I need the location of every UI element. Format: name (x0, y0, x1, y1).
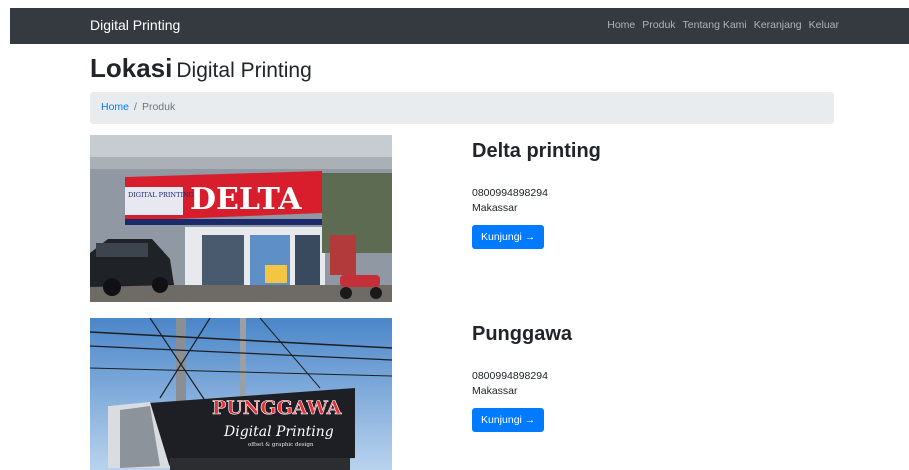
nav-link-tentang-kami[interactable]: Tentang Kami (683, 19, 747, 31)
photo-sign-big-text: DELTA (190, 182, 302, 217)
navbar: Digital Printing Home Produk Tentang Kam… (10, 8, 909, 44)
location-name: Delta printing (472, 140, 601, 162)
location-phone: 0800994898294 (472, 370, 548, 382)
location-card-punggawa: PUNGGAWA Digital Printing offset & graph… (90, 318, 834, 470)
breadcrumb-home-link[interactable]: Home (101, 101, 129, 115)
location-phone: 0800994898294 (472, 187, 548, 199)
location-info-delta: Delta printing 0800994898294 Makassar Ku… (472, 137, 601, 249)
location-photo-delta: DIGITAL PRINTING DELTA (90, 135, 392, 302)
kunjungi-button-delta[interactable]: Kunjungi → (472, 225, 545, 249)
page-title: Lokasi Digital Printing (90, 53, 312, 84)
nav-link-keluar[interactable]: Keluar (809, 19, 839, 31)
location-card-delta: DIGITAL PRINTING DELTA Delta printing 08… (90, 135, 834, 303)
location-info-punggawa: Punggawa 0800994898294 Makassar Kunjungi… (472, 320, 572, 432)
page-title-strong: Lokasi (90, 53, 173, 83)
photo-sign-sub-text: offset & graphic design (248, 442, 314, 448)
location-city: Makassar (472, 385, 518, 397)
nav-link-home[interactable]: Home (607, 19, 635, 31)
nav-link-keranjang[interactable]: Keranjang (754, 19, 802, 31)
photo-sign-big-text: PUNGGAWA (212, 397, 342, 419)
location-photo-punggawa: PUNGGAWA Digital Printing offset & graph… (90, 318, 392, 470)
navbar-brand[interactable]: Digital Printing (90, 17, 180, 33)
nav-link-produk[interactable]: Produk (642, 19, 675, 31)
nav-links: Home Produk Tentang Kami Keranjang Kelua… (607, 19, 839, 31)
photo-sign-script-text: Digital Printing (223, 424, 334, 440)
page-title-light: Digital Printing (176, 59, 312, 82)
breadcrumb-separator: / (134, 101, 137, 113)
breadcrumb: Home / Produk (90, 92, 834, 124)
breadcrumb-current: Produk (141, 101, 176, 113)
kunjungi-button-punggawa[interactable]: Kunjungi → (472, 408, 545, 432)
location-name: Punggawa (472, 323, 573, 345)
photo-sign-small-text: DIGITAL PRINTING (128, 191, 194, 199)
location-city: Makassar (472, 202, 518, 214)
